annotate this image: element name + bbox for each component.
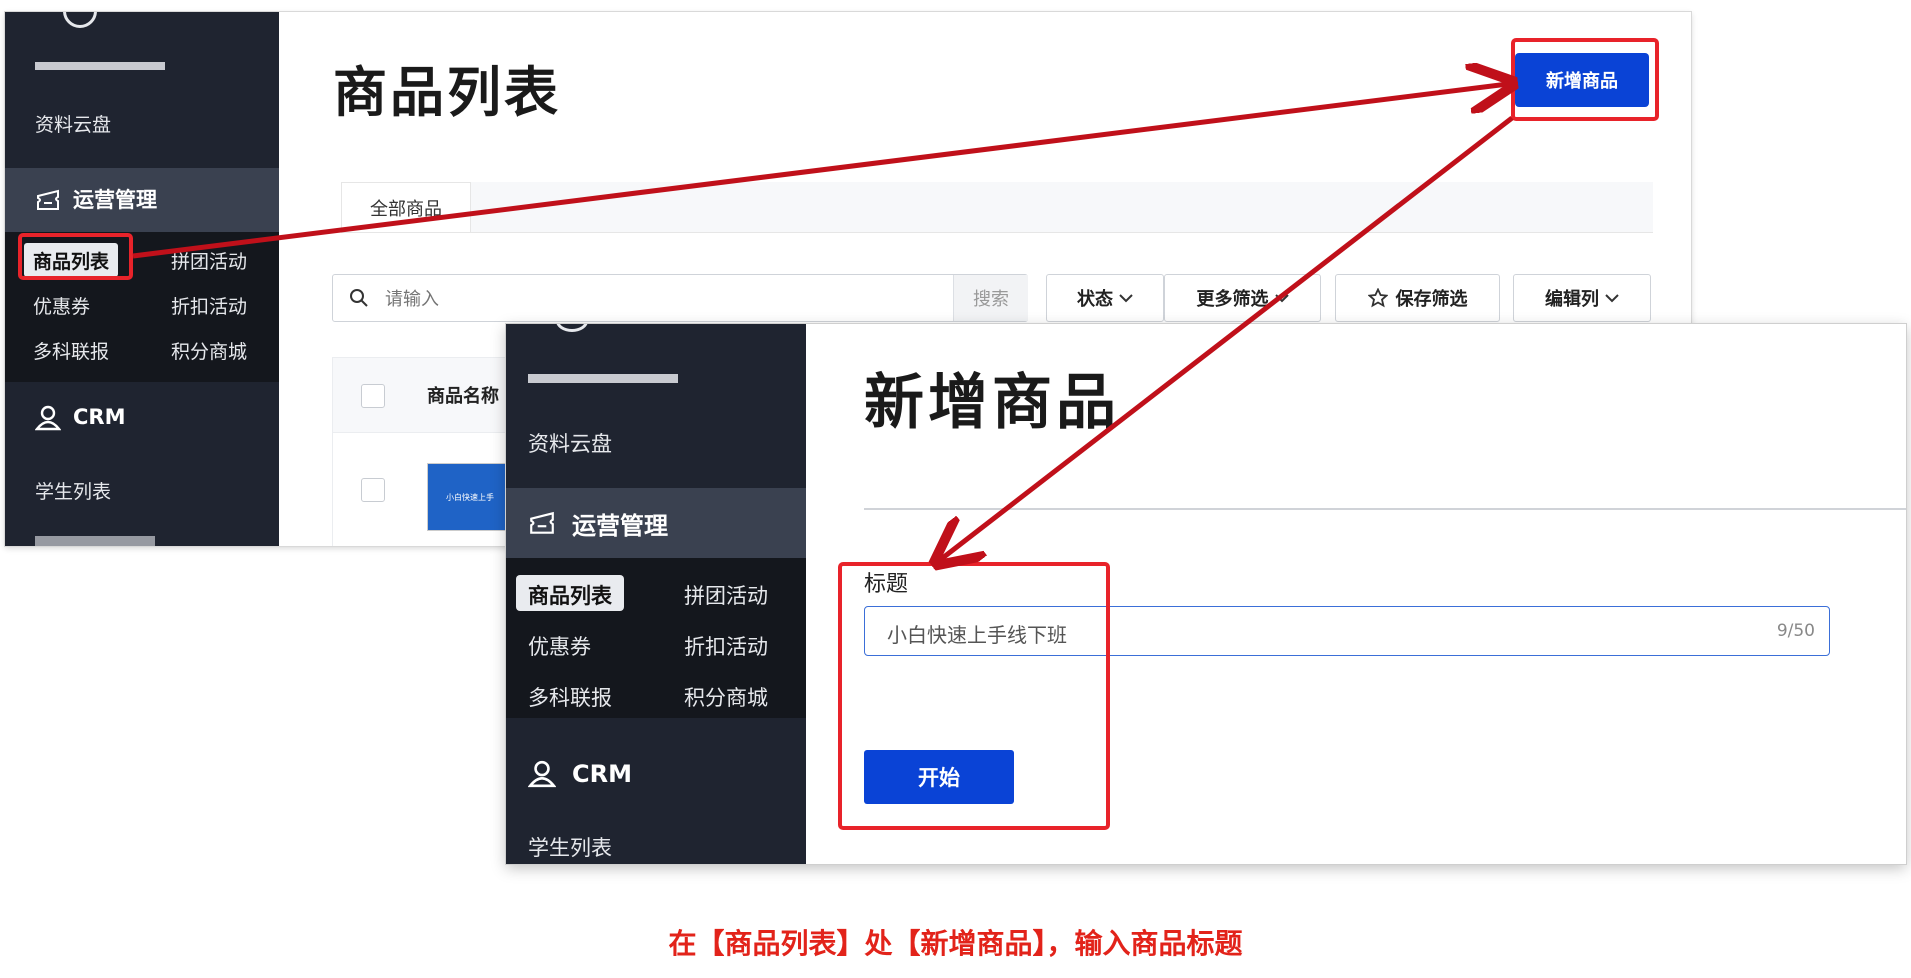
instruction-caption: 在【商品列表】处【新增商品】，输入商品标题 [668,927,1243,960]
arrow-to-title-field [940,116,1514,560]
arrow-to-add-button [132,84,1508,259]
annotation-arrows [132,0,1911,978]
